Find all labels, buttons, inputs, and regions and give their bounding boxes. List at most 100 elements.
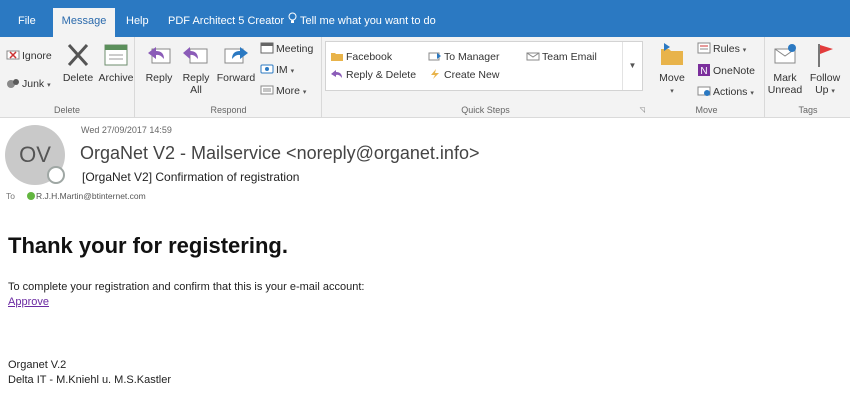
forward-button[interactable]: Forward <box>216 41 256 84</box>
quickstep-label: Create New <box>444 69 500 81</box>
dialog-launcher-icon[interactable]: ◹ <box>640 106 645 114</box>
more-label: More <box>276 85 300 97</box>
im-icon <box>260 64 274 74</box>
ignore-label: Ignore <box>22 50 52 62</box>
reply-delete-icon <box>331 70 342 78</box>
body-heading: Thank your for registering. <box>8 233 288 258</box>
tell-me-search[interactable]: Tell me what you want to do <box>280 9 444 37</box>
tell-me-label: Tell me what you want to do <box>300 15 436 27</box>
delete-button[interactable]: Delete <box>60 41 96 84</box>
lightbulb-icon <box>288 12 297 23</box>
junk-button[interactable]: Junk ▾ <box>6 77 51 93</box>
reply-all-label-2: All <box>190 84 202 96</box>
body-paragraph: To complete your registration and confir… <box>8 281 365 293</box>
ribbon: Ignore Junk ▾ Delete Archive Delete Repl… <box>0 37 850 118</box>
delete-group: Ignore Junk ▾ Delete Archive Delete <box>0 37 135 118</box>
quickstep-create-new[interactable]: Create New <box>428 68 499 82</box>
approve-link[interactable]: Approve <box>8 296 49 308</box>
sender-name[interactable]: OrgaNet V2 - Mailservice <noreply@organe… <box>80 143 479 164</box>
tab-pdf-architect[interactable]: PDF Architect 5 Creator <box>160 9 292 37</box>
lightning-icon <box>431 69 439 79</box>
more-respond-button[interactable]: More ▾ <box>260 84 306 100</box>
mark-unread-label-1: Mark <box>773 72 797 84</box>
reply-label: Reply <box>145 72 173 84</box>
reply-all-label-1: Reply <box>182 72 210 84</box>
actions-button[interactable]: Actions ▾ <box>697 85 754 101</box>
reply-all-button[interactable]: Reply All <box>178 41 214 96</box>
onenote-button[interactable]: N OneNote <box>697 64 755 78</box>
quick-steps-more-button[interactable]: ▼ <box>622 42 642 90</box>
rules-icon <box>697 42 711 54</box>
respond-group-label: Respond <box>210 105 247 115</box>
recipient-address[interactable]: R.J.H.Martin@btinternet.com <box>36 191 146 201</box>
actions-icon <box>697 86 711 96</box>
meeting-icon <box>260 42 274 54</box>
reply-icon <box>148 47 171 64</box>
mark-unread-label-2: Unread <box>767 84 803 96</box>
im-button[interactable]: IM ▾ <box>260 63 294 79</box>
quickstep-label: Facebook <box>346 51 393 63</box>
onenote-icon: N <box>698 64 710 76</box>
quickstep-label: Reply & Delete <box>346 69 417 81</box>
forward-mail-icon <box>428 52 441 61</box>
flag-icon <box>818 44 833 67</box>
quick-steps-group-label: Quick Steps <box>461 105 510 115</box>
svg-text:N: N <box>700 66 707 76</box>
message-date: Wed 27/09/2017 14:59 <box>81 125 172 135</box>
delete-icon <box>67 43 89 67</box>
chevron-down-icon: ▾ <box>831 88 835 95</box>
titlebar-icon[interactable] <box>655 0 665 1</box>
junk-icon <box>7 79 19 88</box>
mark-unread-button[interactable]: Mark Unread <box>766 41 804 96</box>
meeting-label: Meeting <box>276 43 314 55</box>
presence-indicator <box>47 166 65 184</box>
follow-up-button[interactable]: Follow Up ▾ <box>806 41 844 98</box>
actions-label: Actions <box>713 86 748 98</box>
reply-all-icon <box>183 47 208 64</box>
signature-line-1: Organet V.2 <box>8 359 67 371</box>
tab-help[interactable]: Help <box>118 9 157 37</box>
quickstep-team-email[interactable]: Team Email <box>526 50 597 64</box>
forward-icon <box>224 47 248 64</box>
quickstep-label: To Manager <box>444 51 500 63</box>
chevron-down-icon: ▾ <box>750 90 754 97</box>
tags-group: Mark Unread Follow Up ▾ Tags <box>766 37 850 118</box>
move-button[interactable]: Move ▾ <box>655 41 689 98</box>
more-icon <box>260 85 274 95</box>
titlebar-icon[interactable] <box>795 0 805 1</box>
titlebar-icon[interactable] <box>680 0 690 1</box>
titlebar-icon[interactable] <box>765 0 775 1</box>
quickstep-reply-delete[interactable]: Reply & Delete <box>330 68 416 82</box>
signature-line-2: Delta IT - M.Kniehl u. M.S.Kastler <box>8 374 172 386</box>
rules-button[interactable]: Rules ▾ <box>697 42 746 58</box>
move-label: Move <box>659 72 685 84</box>
chevron-down-icon: ▼ <box>628 61 637 70</box>
tab-message[interactable]: Message <box>53 8 115 37</box>
move-group: Move ▾ Rules ▾ N OneNote Actions ▾ Move <box>649 37 765 118</box>
tags-group-label: Tags <box>798 105 818 115</box>
ignore-button[interactable]: Ignore <box>6 49 52 63</box>
follow-up-label-2: Up <box>815 84 829 96</box>
chevron-down-icon: ▾ <box>47 82 51 89</box>
meeting-button[interactable]: Meeting <box>260 42 313 56</box>
folder-icon <box>331 53 343 61</box>
ignore-icon <box>6 50 20 60</box>
tab-file[interactable]: File <box>10 9 44 37</box>
chevron-down-icon: ▾ <box>302 89 307 96</box>
respond-group: Reply Reply All Forward Meeting IM ▾ Mor… <box>136 37 322 118</box>
im-label: IM <box>276 64 288 76</box>
archive-icon <box>104 44 128 66</box>
quickstep-to-manager[interactable]: To Manager <box>428 50 499 64</box>
reply-button[interactable]: Reply <box>142 41 176 84</box>
chevron-down-icon: ▾ <box>670 88 674 95</box>
quick-steps-gallery: Facebook To Manager Team Email Reply & D… <box>325 41 643 91</box>
junk-label: Junk <box>22 78 45 90</box>
archive-button[interactable]: Archive <box>97 41 135 84</box>
quickstep-facebook[interactable]: Facebook <box>330 50 392 64</box>
mail-icon <box>526 52 540 61</box>
move-folder-icon <box>661 43 683 65</box>
follow-up-label-1: Follow <box>809 72 841 84</box>
message-subject: [OrgaNet V2] Confirmation of registratio… <box>82 170 300 184</box>
chevron-down-icon: ▾ <box>290 68 295 75</box>
archive-label: Archive <box>98 72 134 84</box>
